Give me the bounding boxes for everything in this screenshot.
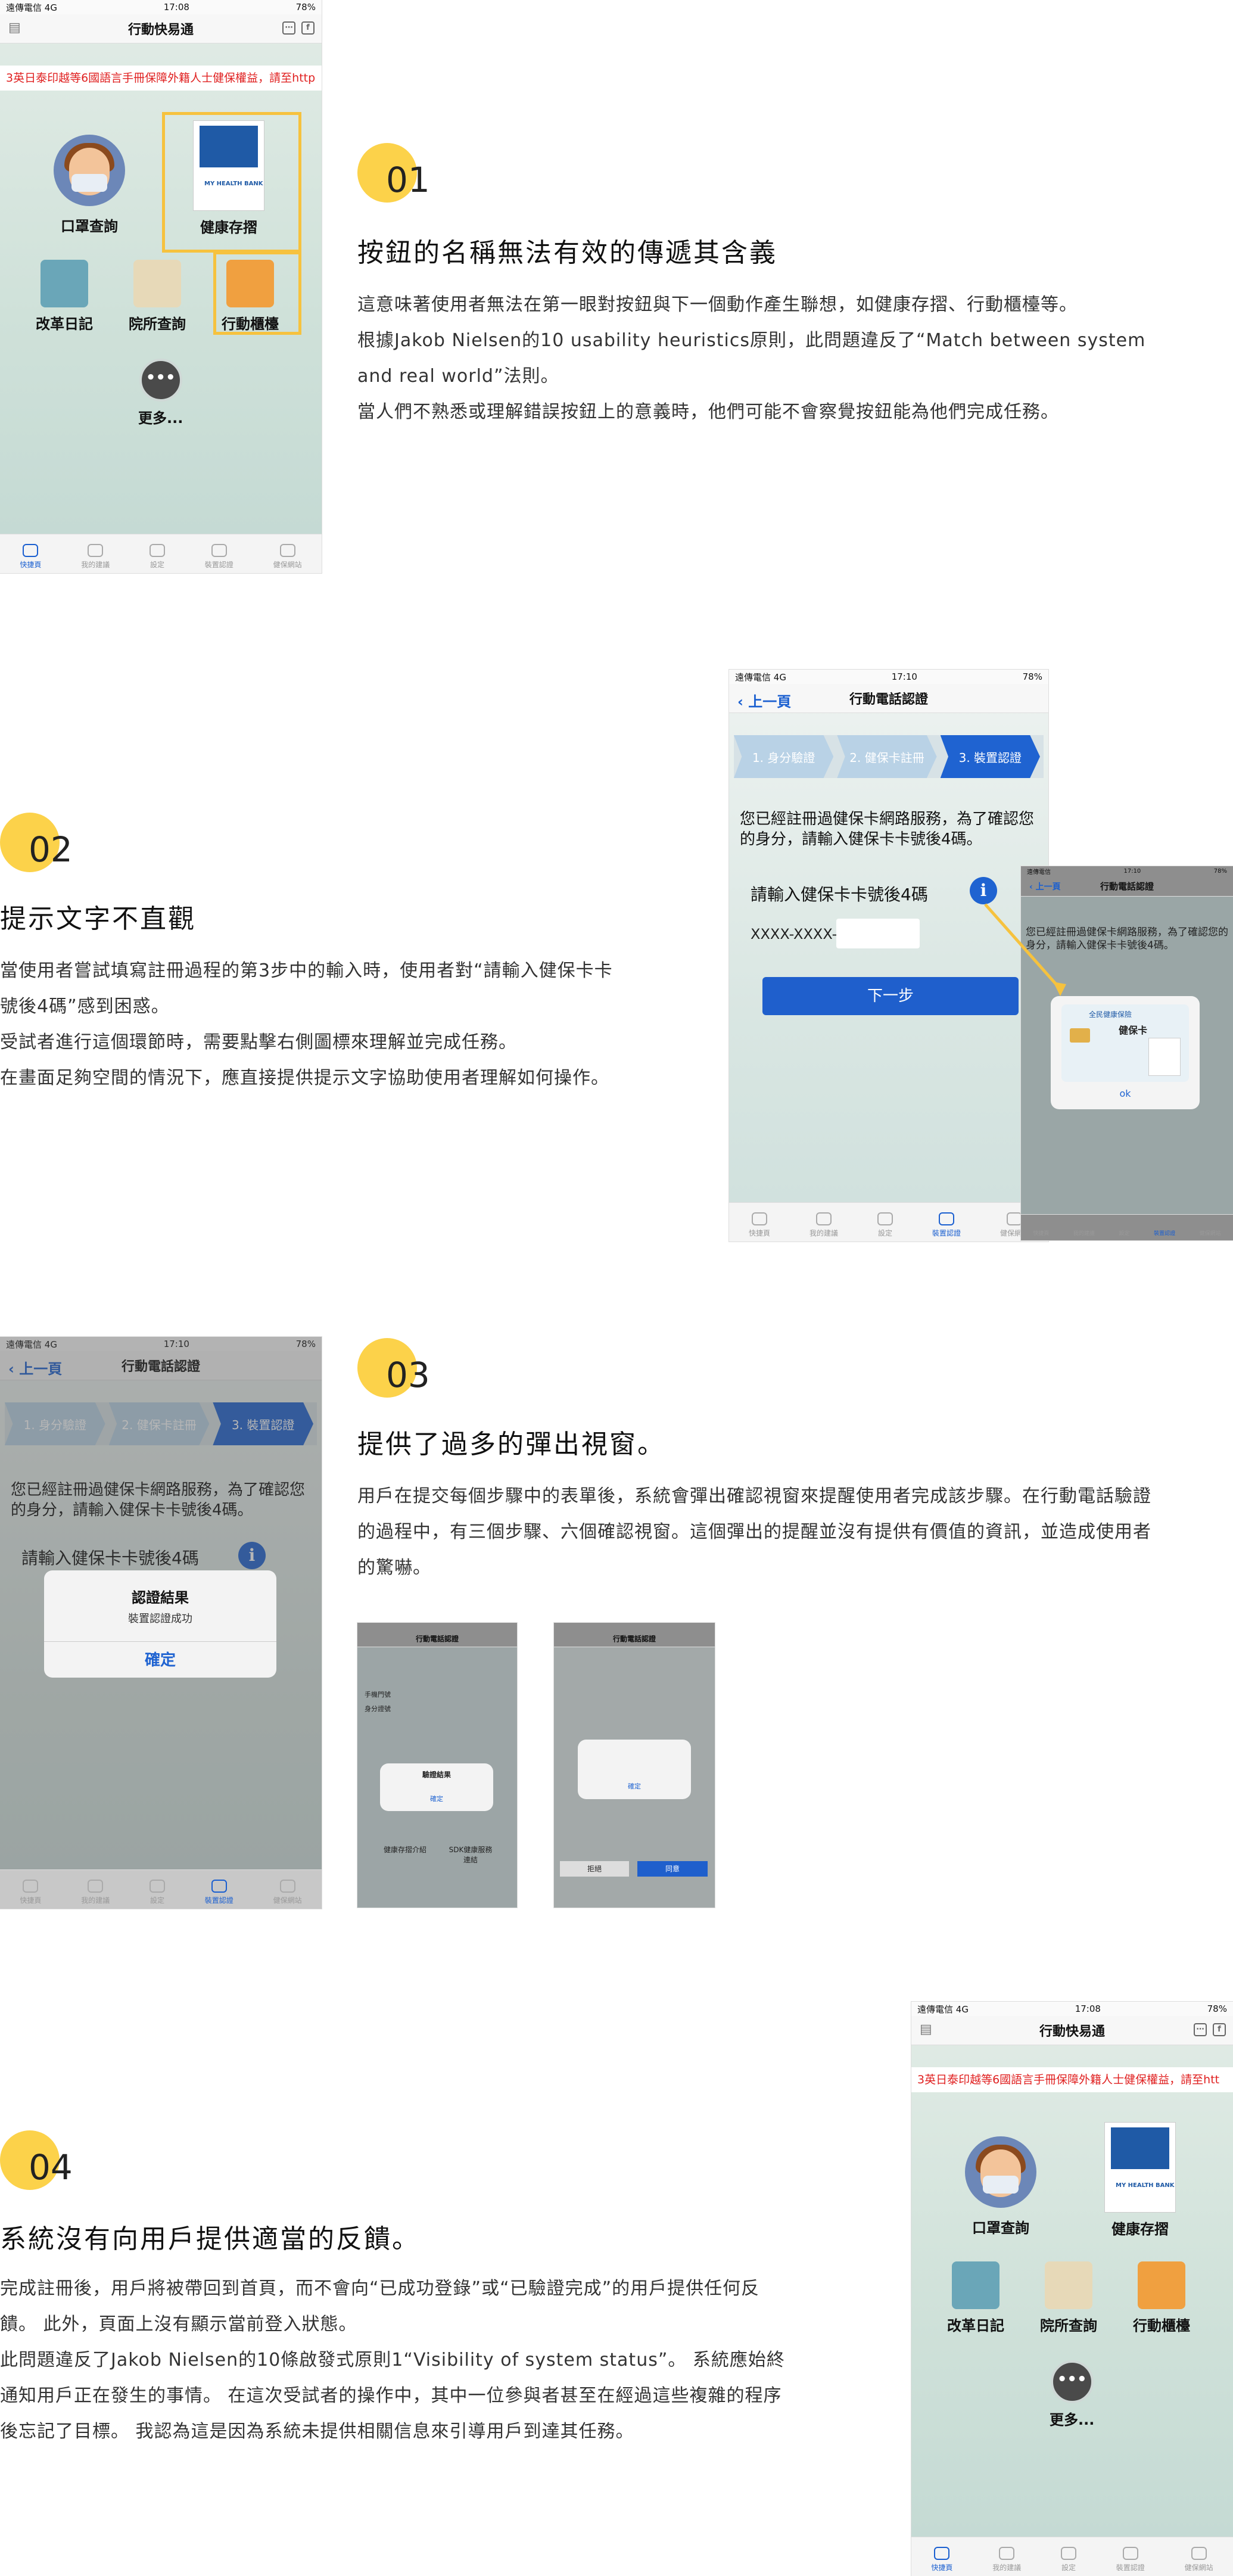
- health-book-icon: MY HEALTH BANK: [1104, 2122, 1176, 2213]
- mask-avatar-icon: [54, 135, 125, 206]
- health-book-icon: MY HEALTH BANK: [193, 120, 264, 211]
- tab-nhi-site[interactable]: 健保網站: [273, 544, 302, 570]
- health-storage-item[interactable]: MY HEALTH BANK 健康存摺: [1104, 2122, 1176, 2238]
- counter-24h-icon: [1138, 2261, 1185, 2309]
- status-bar: 遠傳電信 4G 17:08 78%: [0, 0, 322, 14]
- mask-query-item[interactable]: 口罩查詢: [965, 2136, 1036, 2237]
- verify-success-screenshot: 遠傳電信 4G 17:10 78% ‹ 上一頁 行動電話認證 1. 身分驗證 2. 健…: [0, 1337, 322, 1909]
- chat-icon[interactable]: ⋯: [1194, 2023, 1207, 2036]
- tab-bar: 快捷頁 我的建議 設定 裝置認證 健保網站: [0, 534, 322, 573]
- more-dots-icon: •••: [139, 359, 182, 402]
- card-mask-label: XXXX-XXXX-: [751, 926, 837, 942]
- dialog-message: 裝置認證成功: [128, 1613, 192, 1625]
- dialog-confirm-button[interactable]: 確定: [44, 1648, 276, 1670]
- home-screenshot-2: 遠傳電信 4G 17:08 78% ▤ 行動快易通 ⋯ f 3英日泰印越等6國語言手冊…: [911, 2002, 1233, 2576]
- section-body-02: 當使用者嘗試填寫註冊過程的第3步中的輸入時，使用者對“請輸入健保卡卡 號後4碼”感…: [0, 960, 613, 1088]
- section-badge-01: 01: [357, 143, 430, 203]
- more-item[interactable]: ••• 更多...: [1050, 2360, 1094, 2429]
- news-marquee[interactable]: 3英日泰印越等6國語言手冊保障外籍人士健保權益，請至htt: [911, 2067, 1233, 2092]
- verify-description: 您已經註冊過健保卡網路服務，為了確認您的身分，請輸入健保卡卡號後4碼。: [740, 810, 1035, 848]
- popup-ok-button[interactable]: ok: [1051, 1088, 1200, 1099]
- section-heading-02: 提示文字不直觀: [0, 904, 196, 934]
- auth-result-dialog: 認證結果 裝置認證成功 確定: [44, 1570, 276, 1678]
- section-body-04: 完成註冊後，用戶將被帶回到首頁，而不會向“已成功登錄”或“已驗證完成”的用戶提供…: [0, 2278, 785, 2442]
- tab-settings[interactable]: 設定: [149, 544, 165, 570]
- pointer-arrow: [984, 903, 1066, 996]
- facebook-icon[interactable]: f: [301, 21, 315, 35]
- section-heading-03: 提供了過多的彈出視窗。: [357, 1429, 665, 1460]
- section-badge-04: 04: [0, 2130, 73, 2190]
- hospital-query-item[interactable]: 院所查詢: [1040, 2261, 1097, 2335]
- more-dots-icon: •••: [1050, 2360, 1094, 2403]
- section-badge-02: 02: [0, 813, 73, 872]
- step-indicator: 1. 身分驗證 2. 健保卡註冊 3. 裝置認證: [734, 735, 1044, 778]
- news-marquee[interactable]: 3英日泰印越等6國語言手冊保障外籍人士健保權益，請至http: [0, 66, 322, 91]
- section-heading-01: 按鈕的名稱無法有效的傳遞其含義: [357, 238, 777, 268]
- hospital-icon: [133, 260, 181, 307]
- card-hint-popup: 全民健康保險 健保卡 ok: [1051, 996, 1200, 1109]
- dialog-title: 認證結果: [132, 1589, 189, 1606]
- section-body-01: 這意味著使用者無法在第一眼對按鈕與下一個動作產生聯想，如健康存摺、行動櫃檯等。根…: [357, 294, 1146, 422]
- nav-title: 行動快易通: [127, 23, 194, 38]
- counter-24h-icon: [226, 260, 274, 307]
- reform-diary-item[interactable]: 改革日記: [947, 2261, 1004, 2335]
- reject-button[interactable]: 拒絕: [560, 1861, 629, 1877]
- reform-diary-item[interactable]: 改革日記: [36, 260, 93, 333]
- section-body-03: 用戶在提交每個步驟中的表單後，系統會彈出確認視窗來提醒使用者完成該步驟。在行動電…: [357, 1486, 1151, 1578]
- menu-icon[interactable]: ▤: [920, 2022, 932, 2037]
- tab-shortcut[interactable]: 快捷頁: [20, 544, 41, 570]
- nhi-card-image: 全民健康保險 健保卡: [1061, 1004, 1189, 1082]
- card-prompt-label: 請輸入健保卡卡號後4碼: [751, 885, 928, 904]
- card-chip-icon: [1070, 1028, 1090, 1043]
- calendar-icon: [41, 260, 88, 307]
- home-screenshot-1: 遠傳電信 4G 17:08 78% ▤ 行動快易通 ⋯ f 3英日泰印越等6國語言…: [0, 0, 322, 573]
- mask-avatar-icon: [965, 2136, 1036, 2208]
- tab-device-auth[interactable]: 裝置認證: [205, 544, 233, 570]
- health-storage-item[interactable]: MY HEALTH BANK 健康存摺: [193, 120, 264, 237]
- popup-thumbnail-b: 行動電話認證 確定 拒絕 同意: [554, 1623, 715, 1908]
- nav-bar: ▤ 行動快易通 ⋯ f: [0, 14, 322, 43]
- hospital-query-item[interactable]: 院所查詢: [129, 260, 186, 333]
- mobile-counter-item[interactable]: 行動櫃檯: [1133, 2261, 1190, 2335]
- mask-query-item[interactable]: 口罩查詢: [54, 135, 125, 235]
- section-heading-04: 系統沒有向用戶提供適當的反饋。: [0, 2224, 420, 2254]
- card-photo-icon: [1148, 1038, 1181, 1076]
- calendar-icon: [952, 2261, 1000, 2309]
- tab-suggestion[interactable]: 我的建議: [81, 544, 110, 570]
- chat-icon[interactable]: ⋯: [282, 21, 295, 35]
- mobile-counter-item[interactable]: 行動櫃檯: [222, 260, 279, 333]
- more-item[interactable]: ••• 更多...: [138, 359, 183, 427]
- verify-result-dialog: 驗證結果 確定: [380, 1763, 493, 1811]
- section-badge-03: 03: [357, 1338, 430, 1398]
- popup-thumbnail-a: 行動電話認證 手機門號 身分證號 驗證結果 確定 健康存摺介紹 SDK健康服務連…: [357, 1623, 517, 1908]
- menu-icon[interactable]: ▤: [8, 20, 21, 35]
- hospital-icon: [1045, 2261, 1092, 2309]
- facebook-icon[interactable]: f: [1213, 2023, 1226, 2036]
- card-last4-input[interactable]: [836, 919, 920, 948]
- back-button[interactable]: ‹ 上一頁: [737, 690, 791, 711]
- agree-button[interactable]: 同意: [637, 1861, 708, 1877]
- terms-confirm-dialog: 確定: [578, 1740, 691, 1799]
